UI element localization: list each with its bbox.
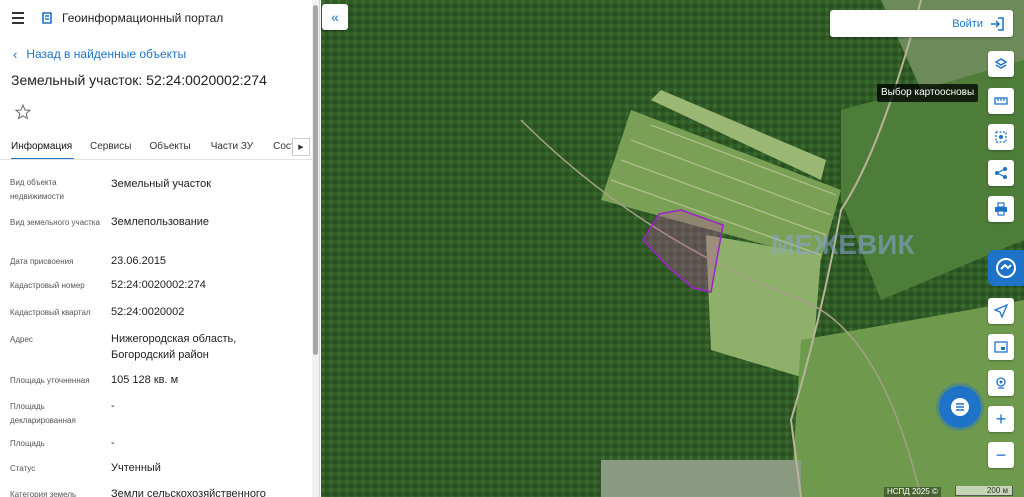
caret-right-icon: ▶: [298, 144, 304, 151]
tabs-scroll-right-button[interactable]: ▶: [292, 138, 310, 156]
portal-logo-icon: [42, 12, 52, 24]
object-title: Земельный участок: 52:24:0020002:274: [11, 72, 267, 88]
map-copyright: НСПД 2025 ©: [884, 487, 941, 497]
share-button[interactable]: [988, 160, 1014, 186]
login-button[interactable]: Войти: [830, 10, 1013, 37]
property-key: Категория земель: [10, 490, 77, 497]
login-label: Войти: [952, 17, 983, 30]
tab-objects[interactable]: Объекты: [149, 134, 190, 159]
location-pin-icon: [996, 377, 1006, 389]
info-panel: Геоинформационный портал ‹ Назад в найде…: [0, 0, 320, 497]
property-key: Дата присвоения: [10, 257, 74, 266]
my-location-button[interactable]: [988, 370, 1014, 396]
panel-scrollbar[interactable]: [312, 0, 319, 497]
service-widget-button[interactable]: [988, 250, 1024, 286]
property-key: Адрес: [10, 335, 33, 344]
back-to-results-link[interactable]: ‹ Назад в найденные объекты: [13, 46, 319, 62]
print-button[interactable]: [988, 196, 1014, 222]
property-value: -: [111, 437, 115, 449]
tab-services[interactable]: Сервисы: [90, 134, 131, 159]
chevron-left-icon: ‹: [13, 46, 18, 62]
legend-button[interactable]: [939, 386, 981, 428]
property-value: 52:24:0020002:274: [111, 279, 206, 291]
portal-title: Геоинформационный портал: [62, 11, 224, 25]
tab-information[interactable]: Информация: [11, 134, 74, 159]
back-link-label: Назад в найденные объекты: [26, 47, 187, 61]
tab-parts[interactable]: Части ЗУ: [211, 134, 253, 159]
list-icon: [951, 398, 969, 416]
locate-button[interactable]: [988, 298, 1014, 324]
minus-icon: −: [995, 444, 1007, 465]
watermark-text: МЕЖЕВИК: [771, 229, 915, 260]
panel-header: Геоинформационный портал: [0, 0, 319, 36]
chat-bubble-icon: [996, 258, 1016, 278]
property-value: Землепользование: [111, 216, 210, 228]
map-scale: 200 м: [955, 486, 1013, 496]
watermark: МЕЖЕВИК: [681, 222, 981, 266]
property-value: Земли сельскохозяйственного: [111, 488, 266, 497]
property-key: Кадастровый номер: [10, 281, 85, 290]
favorite-star-icon[interactable]: [14, 103, 32, 121]
property-value: 105 128 кв. м: [111, 374, 179, 386]
measure-button[interactable]: [988, 88, 1014, 114]
plus-icon: +: [995, 408, 1007, 429]
satellite-map[interactable]: МЕЖЕВИК: [321, 0, 1024, 497]
hamburger-menu-icon[interactable]: [12, 12, 26, 24]
picture-in-picture-icon: [994, 341, 1008, 353]
property-value: Нижегородская область, Богородский район: [111, 333, 237, 361]
property-key: Вид земельного участка: [10, 218, 100, 227]
property-value: 52:24:0020002: [111, 306, 185, 318]
property-value: -: [111, 400, 115, 412]
property-key: Статус: [10, 464, 36, 473]
scrollbar-thumb[interactable]: [313, 5, 318, 355]
info-tabs: Информация Сервисы Объекты Части ЗУ Сост…: [0, 134, 312, 160]
login-icon: [991, 16, 1004, 31]
layers-icon: [994, 58, 1008, 69]
collapse-panel-button[interactable]: «: [322, 4, 348, 30]
property-key: Площадь уточненная: [10, 376, 90, 385]
basemap-select-button[interactable]: [988, 51, 1014, 77]
basemap-tooltip: Выбор картоосновы: [877, 84, 979, 102]
property-key: Кадастровый квартал: [10, 308, 91, 317]
property-value: Учтенный: [111, 462, 161, 474]
property-key: Площадь: [10, 439, 45, 448]
area-select-button[interactable]: [988, 124, 1014, 150]
double-chevron-left-icon: «: [331, 9, 339, 25]
property-key: Площадь декларированная: [10, 402, 76, 425]
zoom-out-button[interactable]: −: [988, 442, 1014, 468]
minimap-button[interactable]: [988, 334, 1014, 360]
area-select-icon: [995, 131, 1007, 143]
property-value: Земельный участок: [111, 178, 212, 190]
app: Геоинформационный портал ‹ Назад в найде…: [0, 0, 1024, 497]
property-value: 23.06.2015: [111, 255, 167, 267]
ruler-icon: [994, 97, 1008, 105]
property-key: Вид объекта недвижимости: [10, 178, 64, 201]
navigation-arrow-icon: [994, 304, 1008, 318]
printer-icon: [995, 202, 1007, 216]
share-icon: [995, 167, 1007, 179]
zoom-in-button[interactable]: +: [988, 406, 1014, 432]
